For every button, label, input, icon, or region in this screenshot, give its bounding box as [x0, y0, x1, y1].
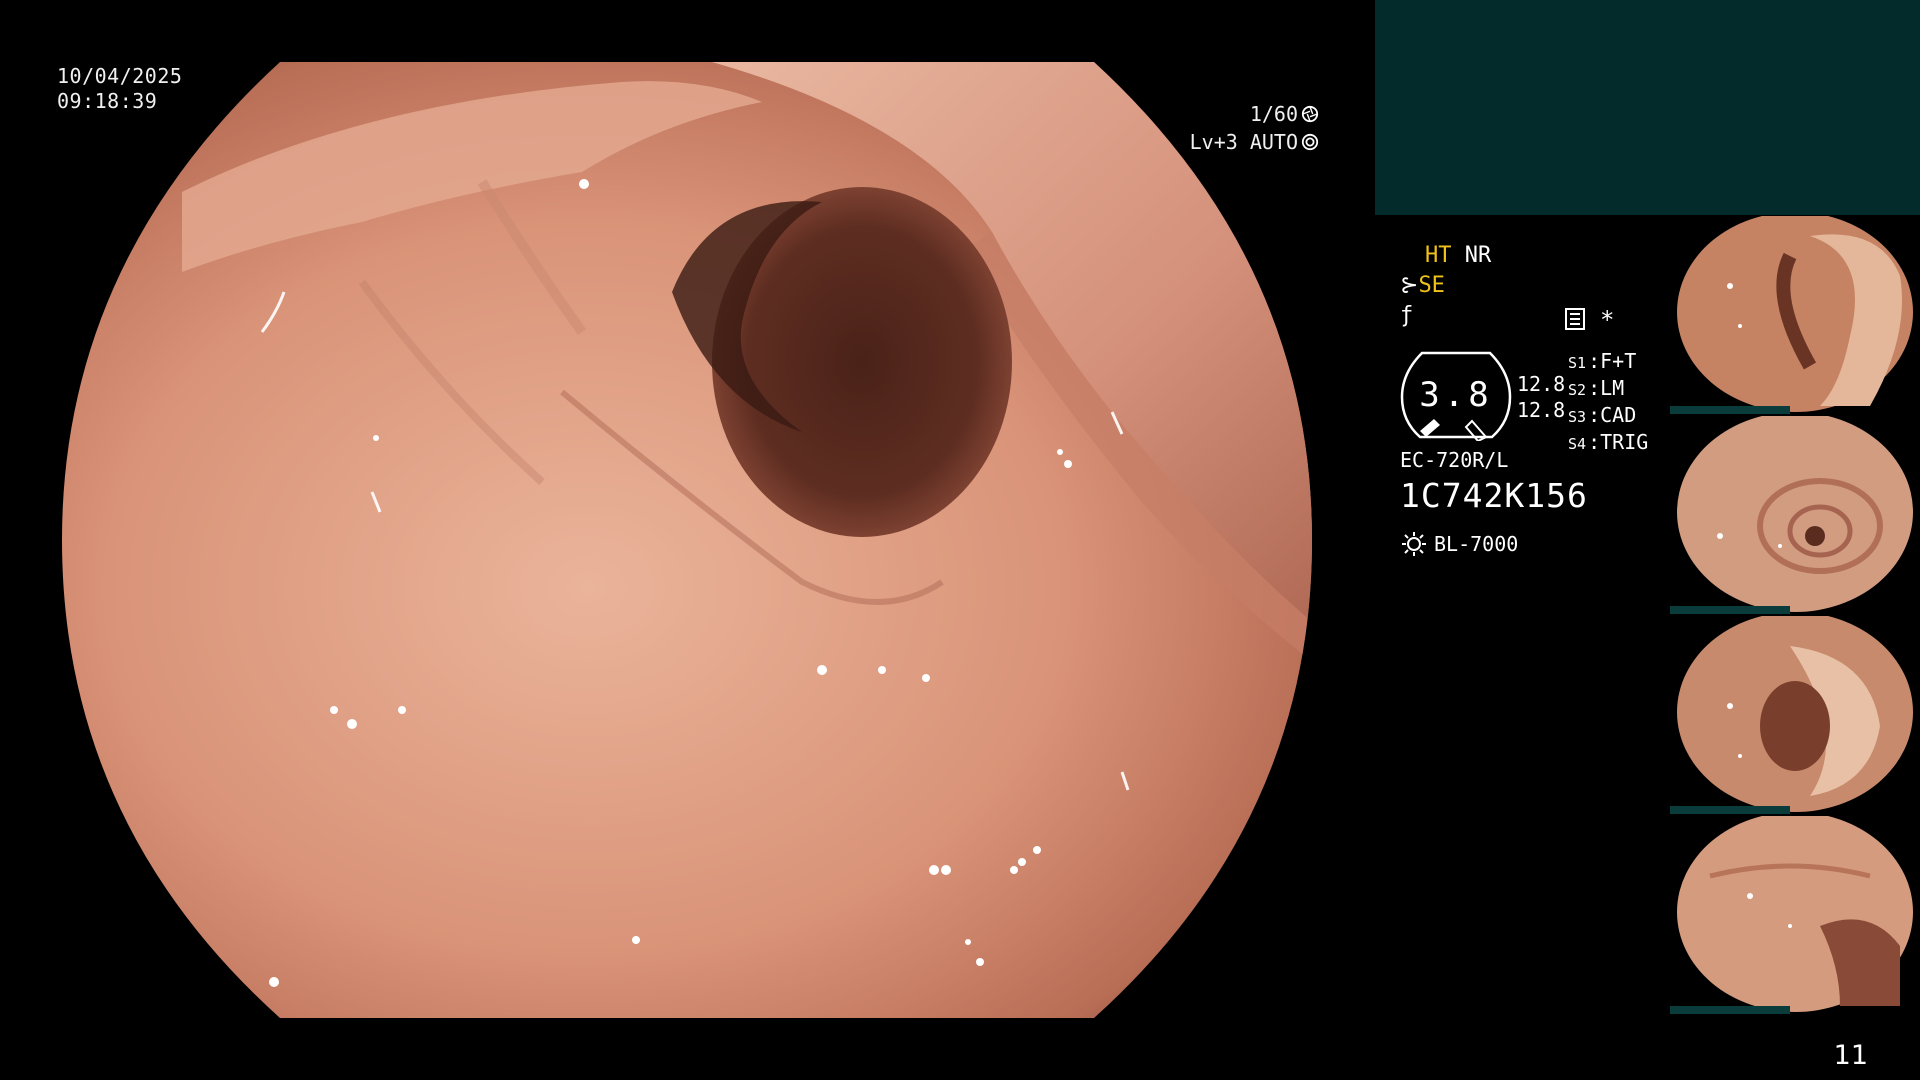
gauge-upper: 12.8 [1517, 372, 1566, 396]
iris-icon [1301, 133, 1319, 151]
light-bulb-icon [1402, 532, 1426, 556]
ht-text: HT [1425, 243, 1452, 268]
thumbnail-4[interactable] [1670, 816, 1920, 1014]
switch-assignments: S1:F+T S2:LM S3:CAD S4:TRIG [1568, 349, 1648, 457]
gauge-limits: 12.8 12.8 [1517, 371, 1565, 423]
switch-s4: S4:TRIG [1568, 430, 1649, 454]
date-text: 10/04/2025 [57, 64, 183, 88]
light-source: BL-7000 [1400, 530, 1518, 558]
exposure-info: 1/60 Lv+3 AUTO [1190, 100, 1319, 156]
star-marker: * [1600, 306, 1615, 334]
gauge-lower: 12.8 [1517, 398, 1566, 422]
se-indicator: ⊱SE [1400, 273, 1445, 298]
thumbnail-3[interactable] [1670, 616, 1920, 814]
datetime-display: 10/04/2025 09:18:39 [57, 64, 182, 114]
memo-icon [1565, 308, 1585, 330]
gauge-value: 3.8 [1419, 375, 1493, 415]
aperture-icon [1301, 105, 1319, 123]
switch-s2: S2:LM [1568, 376, 1625, 400]
thumbnail-2[interactable] [1670, 416, 1920, 614]
nr-text: NR [1464, 243, 1492, 268]
scope-model: EC-720R/L [1400, 448, 1509, 472]
switch-s1: S1:F+T [1568, 349, 1637, 373]
thumbnail-1[interactable] [1670, 216, 1920, 414]
page-number: 11 [1833, 1040, 1868, 1071]
light-source-text: BL-7000 [1434, 532, 1519, 556]
serial-number: 1C742K156 [1400, 476, 1588, 515]
endoscopy-screen: 10/04/2025 09:18:39 1/60 Lv+3 AUTO HT NR… [0, 0, 1920, 1080]
info-panel-header [1375, 0, 1920, 215]
shutter-text: 1/60 [1249, 102, 1298, 126]
endoscopic-main-image [62, 62, 1312, 1018]
time-text: 09:18:39 [57, 89, 158, 113]
level-text: Lv+3 AUTO [1189, 130, 1298, 154]
ht-nr-indicator: HT NR [1425, 243, 1491, 268]
scope-angle-icon: ⊱ [1400, 273, 1419, 298]
switch-s3: S3:CAD [1568, 403, 1637, 427]
f-symbol-icon: ƒ [1400, 303, 1414, 328]
gauge-display: 3.8 [1400, 349, 1512, 441]
se-text: SE [1418, 273, 1445, 298]
